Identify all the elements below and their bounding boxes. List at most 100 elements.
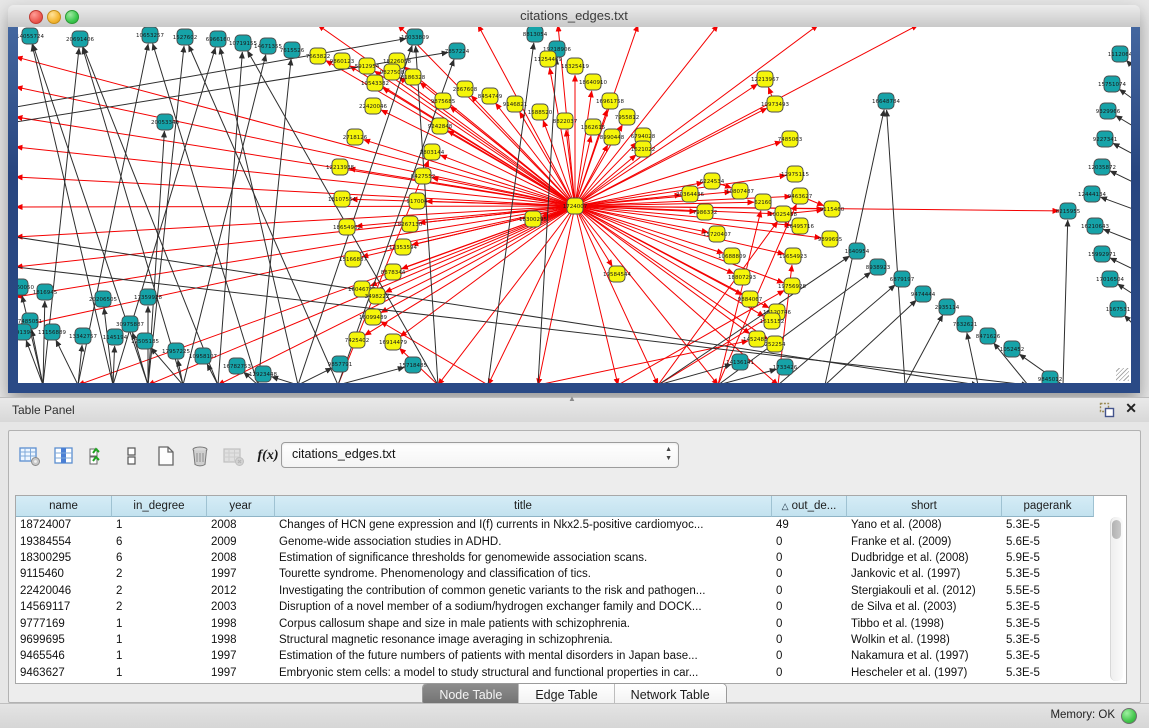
table-row[interactable]: 946362711997Embryonic stem cells: a mode… [16,665,1094,681]
graph-node[interactable]: 1527602 [173,29,198,45]
graph-node[interactable]: 8813054 [523,27,548,42]
graph-node[interactable]: 7986372 [693,204,718,220]
table-row[interactable]: 1456911722003Disruption of a novel membe… [16,599,1094,615]
select-all-button[interactable] [85,443,111,469]
column-header-name[interactable]: name [16,496,112,517]
graph-node[interactable]: 14055724 [18,28,44,44]
graph-node[interactable]: 14671355 [254,38,282,54]
graph-node[interactable]: 20364436 [676,186,704,202]
graph-node[interactable]: 18654962 [333,219,361,235]
graph-node[interactable]: 12213967 [751,71,779,87]
delete-table-button[interactable] [221,443,247,469]
function-builder-button[interactable]: f(x) [255,443,281,469]
graph-node[interactable]: 16033809 [401,29,429,45]
table-settings-button[interactable] [17,443,43,469]
graph-node[interactable]: 19654923 [779,248,807,264]
graph-node[interactable]: 7857224 [445,43,470,59]
graph-node[interactable]: 6224534 [700,173,725,189]
graph-node[interactable]: 9115460 [820,201,845,217]
graph-node[interactable]: 252254 [765,336,786,352]
graph-node[interactable]: 8471626 [976,328,1001,344]
new-column-button[interactable] [153,443,179,469]
table-row[interactable]: 2242004622012Investigating the contribut… [16,583,1094,599]
graph-node[interactable]: 16914479 [379,334,407,350]
graph-node[interactable]: 8215955 [1056,203,1081,219]
column-header-short[interactable]: short [847,496,1002,517]
graph-node[interactable]: 8267130 [398,216,423,232]
graph-node[interactable]: 15720407 [703,226,731,242]
graph-node[interactable]: 7632621 [953,316,978,332]
graph-node[interactable]: 16648784 [872,93,900,109]
column-header-title[interactable]: title [275,496,772,517]
table-row[interactable]: 969969511998Structural magnetic resonanc… [16,632,1094,648]
graph-node[interactable]: 7615526 [280,42,305,58]
table-row[interactable]: 946554611997Estimation of the future num… [16,648,1094,664]
graph-node[interactable]: 9845012 [1038,371,1063,383]
graph-node[interactable]: 8938923 [866,259,891,275]
graph-node[interactable]: 1167531 [1106,301,1131,317]
column-header-pagerank[interactable]: pagerank [1002,496,1094,517]
column-header-out_de[interactable]: △out_de... [772,496,847,517]
float-window-icon[interactable] [1099,402,1115,418]
column-header-year[interactable]: year [207,496,275,517]
graph-node[interactable]: 16961758 [596,93,624,109]
graph-node[interactable]: 8186328 [401,69,426,85]
graph-node[interactable]: 1733426 [773,359,798,375]
graph-node[interactable]: 10958107 [189,348,217,364]
graph-node[interactable]: 2867608 [453,81,478,97]
scrollbar-thumb[interactable] [1112,520,1121,539]
graph-node[interactable]: 8878344 [381,264,406,280]
graph-node[interactable]: 10973493 [761,96,789,112]
network-canvas[interactable]: 14055724 20691406 10653257 1527602 6966160 10… [18,27,1131,383]
graph-node[interactable]: 1588520 [528,104,553,120]
table-row[interactable]: 1872400712008Changes of HCN gene express… [16,517,1094,533]
graph-node[interactable]: 18640910 [579,74,607,90]
graph-node[interactable]: 62160 [754,194,772,210]
graph-node[interactable]: 10688809 [718,248,746,264]
graph-node[interactable]: 9474444 [911,286,936,302]
graph-node[interactable]: 8822037 [553,113,578,129]
graph-node[interactable]: 2718126 [343,129,368,145]
delete-column-button[interactable] [187,443,213,469]
table-row[interactable]: 1830029562008Estimation of significance … [16,550,1094,566]
table-row[interactable]: 1938455462009Genome-wide association stu… [16,533,1094,549]
graph-node[interactable]: 15992971 [1088,246,1116,262]
graph-node[interactable]: 19584544 [603,266,631,282]
graph-node[interactable]: 8454749 [478,88,503,104]
graph-node[interactable]: 15751074 [1098,76,1126,92]
graph-node[interactable]: 6879197 [890,271,915,287]
memory-indicator-icon[interactable] [1121,708,1137,724]
graph-node[interactable]: 9899695 [818,231,843,247]
graph-node[interactable]: 7663822 [306,48,331,64]
show-columns-button[interactable] [51,443,77,469]
window-titlebar[interactable]: citations_edges.txt [8,5,1140,28]
close-panel-icon[interactable]: ✕ [1125,400,1137,417]
resize-grip-icon[interactable] [1116,368,1129,381]
graph-node[interactable]: 20206505 [89,291,117,307]
graph-node[interactable]: 1112064 [1108,46,1131,62]
graph-node[interactable]: 9227341 [1093,131,1118,147]
graph-node[interactable]: 7955812 [615,109,640,125]
vertical-scrollbar[interactable] [1110,517,1123,681]
graph-node[interactable]: 17957225 [162,343,190,359]
table-row[interactable]: 977716911998Corpus callosum shape and si… [16,615,1094,631]
graph-node[interactable]: 20691406 [66,31,94,47]
column-header-in_degree[interactable]: in_degree [112,496,207,517]
graph-node[interactable]: 16210643 [1081,218,1109,234]
table-row[interactable]: 911546021997Tourette syndrome. Phenomeno… [16,566,1094,582]
graph-node[interactable]: 13342757 [69,328,97,344]
graph-node[interactable]: 9463627 [788,188,813,204]
graph-node[interactable]: 11156889 [38,324,66,340]
graph-node[interactable]: 917004 [407,193,428,209]
graph-node[interactable]: 16782753 [223,358,251,374]
graph-node[interactable]: 10653257 [136,27,164,43]
graph-node[interactable]: 12444134 [1078,186,1106,202]
graph-node[interactable]: 1362615 [581,119,606,135]
graph-node[interactable]: 6966160 [206,31,231,47]
graph-node[interactable]: 17016504 [1096,271,1124,287]
graph-node[interactable]: 12975115 [781,166,809,182]
graph-node[interactable]: 12035872 [1088,159,1116,175]
graph-node[interactable]: 8990448 [600,129,625,145]
graph-node[interactable]: 10807487 [726,183,754,199]
graph-node[interactable]: 18325419 [561,58,589,74]
